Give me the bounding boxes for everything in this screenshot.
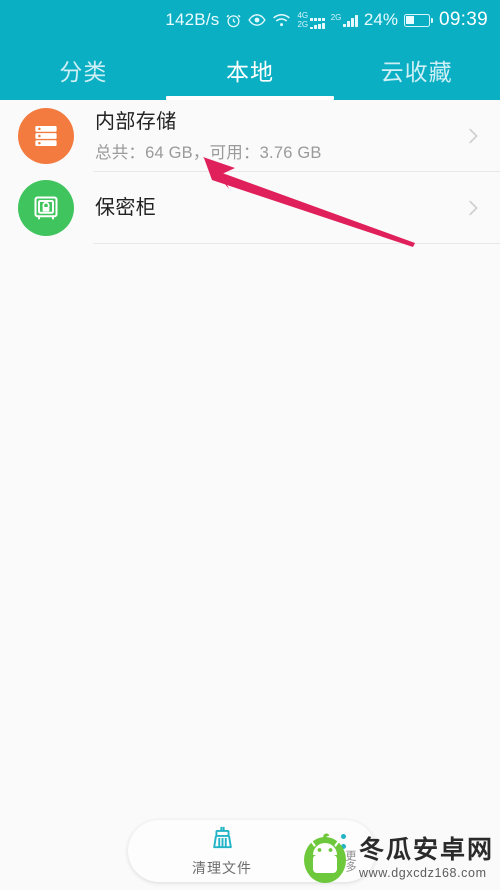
battery-percent-text: 24% <box>363 10 398 29</box>
watermark-site-url: www.dgxcdz168.com <box>358 866 487 881</box>
clock-text: 09:39 <box>438 9 488 30</box>
list-item-title: 保密柜 <box>95 196 157 219</box>
sim2-label: 2G <box>330 12 342 22</box>
tab-bar: 分类 本地 云收藏 <box>0 40 500 100</box>
tab-categories[interactable]: 分类 <box>0 40 167 100</box>
list-item-safe[interactable]: 保密柜 <box>0 172 500 244</box>
chevron-right-icon <box>462 125 484 147</box>
sim2-signal-icon: 2G <box>330 12 358 27</box>
list-item-title: 内部存储 <box>95 110 177 133</box>
eye-icon <box>248 13 267 27</box>
storage-list: 内部存储 总共：64 GB，可用：3.76 GB 保密柜 <box>0 100 500 244</box>
safe-lock-icon <box>18 180 74 236</box>
battery-icon <box>403 13 433 27</box>
site-watermark: 冬瓜安卓网 www.dgxcdz168.com <box>299 833 494 885</box>
watermark-text: 冬瓜安卓网 www.dgxcdz168.com <box>359 838 494 880</box>
list-item-text-block: 内部存储 总共：64 GB，可用：3.76 GB <box>74 110 462 163</box>
chevron-right-icon <box>462 197 484 219</box>
android-melon-logo <box>299 833 351 885</box>
network-speed-text: 142B/s <box>165 10 220 29</box>
list-item-text-block: 保密柜 <box>74 196 462 221</box>
clean-files-label: 清理文件 <box>192 860 252 876</box>
broom-icon <box>209 824 236 856</box>
status-bar: 142B/s 4G 2G 2G 24% 09:39 <box>0 0 500 40</box>
sim1-label-bottom: 2G <box>297 19 309 29</box>
server-storage-icon <box>18 108 74 164</box>
list-divider <box>93 243 500 244</box>
sim1-signal-icon: 4G 2G <box>297 10 325 29</box>
clean-files-button[interactable]: 清理文件 <box>128 820 316 882</box>
bottom-bar: 清理文件 更多 冬瓜安卓网 www.dgxcdz168.com <box>0 800 500 889</box>
watermark-site-name: 冬瓜安卓网 <box>358 836 494 865</box>
alarm-clock-icon <box>225 12 242 29</box>
list-item-internal-storage[interactable]: 内部存储 总共：64 GB，可用：3.76 GB <box>0 100 500 172</box>
tab-cloud-favorites[interactable]: 云收藏 <box>333 40 500 100</box>
tab-local[interactable]: 本地 <box>167 40 334 100</box>
wifi-icon <box>272 13 291 28</box>
list-item-subtitle: 总共：64 GB，可用：3.76 GB <box>95 143 322 162</box>
sim1-label-top: 4G <box>297 10 309 20</box>
